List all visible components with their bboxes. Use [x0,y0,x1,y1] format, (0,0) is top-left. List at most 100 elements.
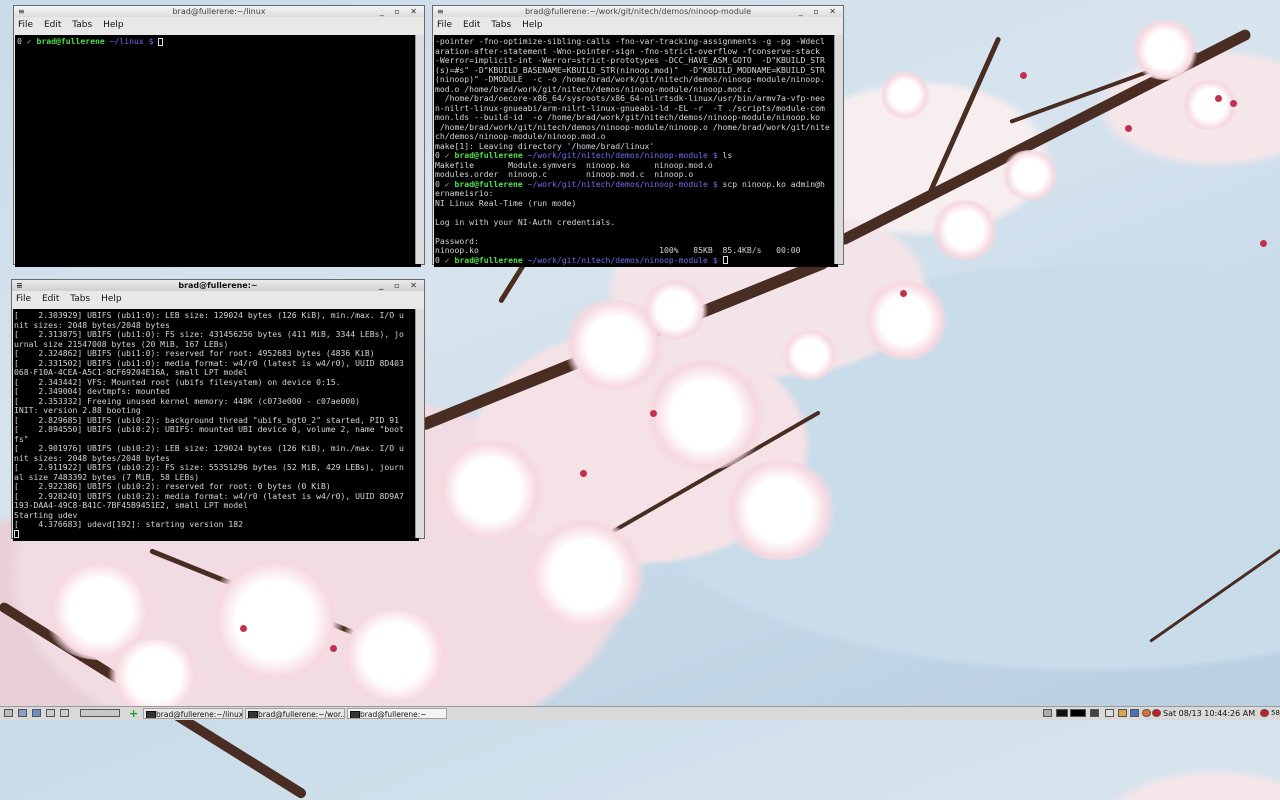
terminal-text: (s)=#s" -D"KBUILD_BASENAME=KBUILD_STR(ni… [435,64,825,75]
terminal-text: make[1]: Leaving directory '/home/brad/l… [435,140,655,151]
terminal-output[interactable]: 0 ✓ brad@fullerene ~/linux $ [15,35,421,267]
terminal-text: mon.lds --build-id -o /home/brad/work/gi… [435,112,820,122]
terminal-text: nit sizes: 2048 bytes/2048 bytes [14,452,170,463]
terminal-text: ✓ brad@fullerene [26,36,110,46]
terminal-text: scp ninoop.ko admin@h [722,178,825,189]
updates-icon[interactable] [1118,709,1127,717]
terminal-text: ~/linux $ [109,36,159,46]
window-titlebar[interactable]: ≡ brad@fullerene:~/work/git/nitech/demos… [433,6,843,17]
terminal-output[interactable]: -pointer -fno-optimize-sibling-calls -fn… [434,35,838,267]
terminal-output[interactable]: [ 2.303929] UBIFS (ubi1:0): LEB size: 12… [13,309,419,541]
menu-tabs[interactable]: Tabs [72,20,92,30]
menu-help[interactable]: Help [103,20,124,30]
task-button-home[interactable]: brad@fullerene:~ [347,708,447,719]
menu-bar: File Edit Tabs Help [433,17,843,33]
terminal-text: (ninoop)" -DMODULE -c -o /home/brad/work… [435,74,825,84]
scrollbar[interactable] [415,309,424,538]
bluetooth-icon[interactable] [1130,709,1139,717]
terminal-text: [ 2.829685] UBIFS (ubi0:2): background t… [14,414,399,425]
workspace-pager[interactable] [80,709,120,717]
terminal-text: fs" [14,433,29,444]
terminal-text: 0 [435,150,445,160]
scrollbar[interactable] [415,35,424,264]
terminal-text: INIT: version 2.88 booting [14,405,141,415]
scrollbar[interactable] [834,35,843,264]
terminal-text: [ 2.331502] UBIFS (ubi1:0): media format… [14,357,404,368]
menu-file[interactable]: File [437,20,452,30]
terminal-text: ✓ brad@fullerene [444,150,528,160]
menu-bar: File Edit Tabs Help [12,291,424,307]
window-menu-icon[interactable]: ≡ [18,6,25,17]
window-titlebar[interactable]: ≡ brad@fullerene:~ _ ▫ ✕ [12,280,424,291]
menu-help[interactable]: Help [101,294,122,304]
menu-edit[interactable]: Edit [44,20,61,30]
terminal-window-linux[interactable]: ≡ brad@fullerene:~/linux _ ▫ ✕ File Edit… [13,5,425,267]
terminal-text: al size 7483392 bytes (7 MiB, 58 LEBs) [14,471,200,482]
system-monitor-icon[interactable] [1056,709,1068,717]
terminal-line [14,530,418,540]
task-button-linux[interactable]: brad@fullerene:~/linux [143,708,243,719]
terminal-icon [146,711,156,718]
terminal-text: [ 2.922386] UBIFS (ubi0:2): reserved for… [14,481,331,491]
terminal-text: ls [722,150,733,160]
window-controls[interactable]: _ ▫ ✕ [380,6,421,17]
terminal-text: 0 [17,36,27,46]
terminal-text: [ 2.894550] UBIFS (ubi0:2): UBIFS: mount… [14,424,404,434]
window-controls[interactable]: _ ▫ ✕ [379,280,421,291]
menu-edit[interactable]: Edit [463,20,480,30]
add-icon[interactable]: + [129,707,138,720]
terminal-text: 193-DAA4-49C8-B41C-7BF45B9451E2, small L… [14,500,248,510]
terminal-text: Password: [435,235,479,246]
fruit-icon[interactable] [1142,709,1151,717]
terminal-text: /home/brad/oecore-x86_64/sysroots/x86_64… [435,93,825,103]
terminal-text: ernameisrio: [435,188,494,198]
show-desktop-icon[interactable] [32,709,41,717]
terminal-text: n-nilrt-linux-gnueabi/arm-nilrt-linux-gn… [435,102,825,113]
terminal-window-ninoop-module[interactable]: ≡ brad@fullerene:~/work/git/nitech/demos… [432,5,844,267]
terminal-text: ~/work/git/nitech/demos/ninoop-module $ [527,150,723,160]
clock[interactable]: Sat 08/13 10:44:26 AM [1163,707,1255,720]
terminal-text: 0 [435,254,445,265]
battery-indicator[interactable]: 58 [1271,707,1280,720]
terminal-text: aration-after-statement -Wno-pointer-sig… [435,45,820,56]
taskbar: + brad@fullerene:~/linux brad@fullerene:… [0,706,1280,720]
browser-launcher-icon[interactable] [60,709,69,717]
terminal-text: mod.o /home/brad/work/git/nitech/demos/n… [435,83,752,94]
terminal-text: [ 2.313875] UBIFS (ubi1:0): FS size: 431… [14,329,404,339]
task-button-ninoop[interactable]: brad@fullerene:~/wor... [245,708,345,719]
menu-launcher-icon[interactable] [4,709,13,717]
terminal-window-home[interactable]: ≡ brad@fullerene:~ _ ▫ ✕ File Edit Tabs … [11,279,425,541]
terminal-text: Log in with your NI-Auth credentials. [435,216,616,227]
volume-icon[interactable] [1105,709,1114,717]
menu-help[interactable]: Help [522,20,543,30]
shutdown-icon[interactable] [1260,709,1269,717]
terminal-text: [ 2.901976] UBIFS (ubi0:2): LEB size: 12… [14,443,404,453]
terminal-line: [ 4.376683] udevd[192]: starting version… [14,519,418,530]
menu-file[interactable]: File [16,294,31,304]
menu-tabs[interactable]: Tabs [491,20,511,30]
terminal-text: [ 2.303929] UBIFS (ubi1:0): LEB size: 12… [14,310,404,320]
window-menu-icon[interactable]: ≡ [437,6,444,17]
task-label: brad@fullerene:~/wor... [258,710,345,719]
power-icon[interactable] [1152,709,1161,717]
terminal-launcher-icon[interactable] [46,709,55,717]
terminal-line: 0 ✓ brad@fullerene ~/work/git/nitech/dem… [435,178,837,190]
window-controls[interactable]: _ ▫ ✕ [799,6,840,17]
terminal-text: ~/work/git/nitech/demos/ninoop-module $ [527,254,723,265]
terminal-line: [ 2.894550] UBIFS (ubi0:2): UBIFS: mount… [14,424,418,435]
menu-bar: File Edit Tabs Help [14,17,424,33]
menu-file[interactable]: File [18,20,33,30]
window-menu-icon[interactable]: ≡ [16,280,23,291]
menu-tabs[interactable]: Tabs [70,294,90,304]
terminal-text: NI Linux Real-Time (run mode) [435,197,577,208]
window-title: brad@fullerene:~/work/git/nitech/demos/n… [524,7,752,16]
display-icon[interactable] [1090,709,1099,717]
network-icon[interactable] [1043,709,1052,717]
file-manager-icon[interactable] [18,709,27,717]
cpu-graph-icon [1070,709,1086,717]
window-titlebar[interactable]: ≡ brad@fullerene:~/linux _ ▫ ✕ [14,6,424,17]
terminal-text: urnal size 21547008 bytes (20 MiB, 167 L… [14,338,229,349]
terminal-text: -pointer -fno-optimize-sibling-calls -fn… [435,36,825,46]
menu-edit[interactable]: Edit [42,294,59,304]
